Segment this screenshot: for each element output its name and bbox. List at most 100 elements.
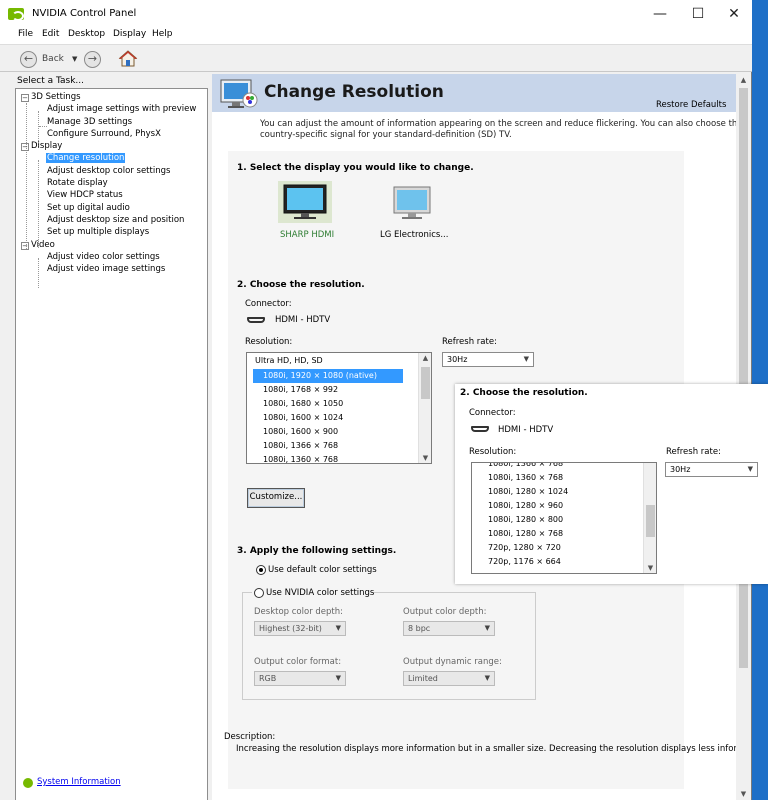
- collapse-icon[interactable]: −: [21, 143, 29, 151]
- scroll-thumb[interactable]: [646, 505, 655, 537]
- scroll-up-icon[interactable]: ▲: [419, 354, 431, 362]
- tree-category-video[interactable]: − Video: [21, 240, 55, 250]
- customize-button[interactable]: Customize...: [247, 488, 305, 508]
- default-color-label[interactable]: Use default color settings: [268, 565, 377, 575]
- description-label: Description:: [224, 732, 276, 742]
- resolution-option[interactable]: 1080i, 1920 × 1080 (native): [253, 369, 403, 383]
- resolution-option[interactable]: 1080i, 1600 × 900: [253, 425, 431, 439]
- back-dropdown-icon[interactable]: ▼: [72, 55, 77, 63]
- output-format-label: Output color format:: [254, 657, 342, 667]
- forward-arrow-icon[interactable]: →: [84, 51, 101, 68]
- tree-item-view-hdcp[interactable]: View HDCP status: [47, 190, 123, 200]
- menu-display[interactable]: Display: [113, 29, 146, 39]
- resolution-overlay-panel: 2. Choose the resolution. Connector: HDM…: [455, 384, 768, 584]
- chevron-down-icon: ▼: [335, 674, 341, 682]
- tree-item-manage-3d-settings[interactable]: Manage 3D settings: [47, 117, 132, 127]
- page-title: Change Resolution: [264, 82, 444, 102]
- resolution-option[interactable]: 1080i, 1280 × 1024: [478, 485, 656, 499]
- scroll-down-icon[interactable]: ▼: [419, 454, 431, 462]
- tree-item-change-resolution[interactable]: Change resolution: [46, 153, 126, 163]
- scroll-up-icon[interactable]: ▲: [736, 76, 751, 84]
- collapse-icon[interactable]: −: [21, 242, 29, 250]
- intro-line-2: country-specific signal for your standar…: [260, 130, 512, 140]
- home-icon[interactable]: [118, 49, 138, 69]
- overlay-refresh-select[interactable]: 30Hz ▼: [665, 462, 758, 477]
- nvidia-logo-icon: [8, 8, 24, 21]
- resolution-option[interactable]: 1080i, 1280 × 800: [478, 513, 656, 527]
- task-pane: Select a Task... −3D Settings Adjust ima…: [0, 72, 210, 800]
- resolution-option[interactable]: 1080i, 1280 × 768: [478, 527, 656, 541]
- restore-defaults-link[interactable]: Restore Defaults: [656, 100, 726, 110]
- scroll-down-icon[interactable]: ▼: [736, 790, 751, 798]
- resolution-option[interactable]: 1080i, 1360 × 768: [253, 453, 431, 463]
- system-info-icon[interactable]: [23, 778, 33, 788]
- tree-item-desktop-size-position[interactable]: Adjust desktop size and position: [47, 215, 184, 225]
- connector-value: HDMI - HDTV: [275, 315, 331, 325]
- resolution-option[interactable]: 1080i, 1366 × 768: [478, 463, 656, 471]
- tree-item-rotate-display[interactable]: Rotate display: [47, 178, 108, 188]
- menu-file[interactable]: File: [18, 29, 33, 39]
- scroll-thumb[interactable]: [421, 367, 430, 399]
- resolution-option[interactable]: 1080i, 1280 × 960: [478, 499, 656, 513]
- menu-desktop[interactable]: Desktop: [68, 29, 105, 39]
- output-format-select[interactable]: RGB ▼: [254, 671, 346, 686]
- description-text: Increasing the resolution displays more …: [236, 744, 736, 754]
- tree-item-adjust-desktop-color[interactable]: Adjust desktop color settings: [47, 166, 170, 176]
- radio-default-color[interactable]: [256, 565, 266, 575]
- display-lg-electronics[interactable]: [390, 183, 434, 223]
- intro-line-1: You can adjust the amount of information…: [260, 119, 736, 129]
- desktop-depth-select[interactable]: Highest (32-bit) ▼: [254, 621, 346, 636]
- tree-item-configure-surround[interactable]: Configure Surround, PhysX: [47, 129, 161, 139]
- resolution-scrollbar[interactable]: ▲ ▼: [418, 353, 431, 463]
- tree-item-adjust-image-settings[interactable]: Adjust image settings with preview: [47, 104, 196, 114]
- overlay-resolution-list[interactable]: 1080i, 1366 × 768 1080i, 1360 × 768 1080…: [471, 462, 657, 574]
- display-sharp-hdmi[interactable]: [278, 181, 332, 223]
- resolution-list[interactable]: Ultra HD, HD, SD 1080i, 1920 × 1080 (nat…: [246, 352, 432, 464]
- tree-item-digital-audio[interactable]: Set up digital audio: [47, 203, 130, 213]
- overlay-connector-label: Connector:: [469, 408, 516, 418]
- back-arrow-icon[interactable]: ←: [20, 51, 37, 68]
- tree-item-video-color[interactable]: Adjust video color settings: [47, 252, 160, 262]
- maximize-button[interactable]: ☐: [678, 0, 718, 28]
- overlay-resolution-label: Resolution:: [469, 447, 517, 457]
- menu-help[interactable]: Help: [152, 29, 173, 39]
- tree-category-3d-settings[interactable]: −3D Settings: [21, 92, 81, 102]
- tree-category-display[interactable]: − Display: [21, 141, 62, 151]
- dynamic-range-select[interactable]: Limited ▼: [403, 671, 495, 686]
- output-depth-select[interactable]: 8 bpc ▼: [403, 621, 495, 636]
- overlay-resolution-scrollbar[interactable]: ▼: [643, 463, 656, 573]
- dynamic-range-label: Output dynamic range:: [403, 657, 502, 667]
- select-task-label: Select a Task...: [17, 76, 85, 86]
- refresh-rate-select[interactable]: 30Hz ▼: [442, 352, 534, 367]
- refresh-rate-label: Refresh rate:: [442, 337, 497, 347]
- display-label-sharp[interactable]: SHARP HDMI: [280, 230, 334, 240]
- tree-item-video-image[interactable]: Adjust video image settings: [47, 264, 165, 274]
- tree-item-multiple-displays[interactable]: Set up multiple displays: [47, 227, 149, 237]
- hdmi-icon: [247, 317, 265, 323]
- collapse-icon[interactable]: −: [21, 94, 29, 102]
- minimize-button[interactable]: —: [640, 0, 680, 28]
- window-title: NVIDIA Control Panel: [32, 8, 137, 19]
- resolution-option[interactable]: 1080i, 1600 × 1024: [253, 411, 431, 425]
- system-information-link[interactable]: System Information: [37, 777, 121, 787]
- task-tree: −3D Settings Adjust image settings with …: [15, 88, 208, 800]
- radio-nvidia-color[interactable]: [254, 588, 264, 598]
- chevron-down-icon: ▼: [484, 624, 490, 632]
- scroll-down-icon[interactable]: ▼: [644, 564, 656, 572]
- resolution-option[interactable]: 1080i, 1768 × 992: [253, 383, 431, 397]
- desktop-depth-label: Desktop color depth:: [254, 607, 343, 617]
- resolution-option[interactable]: 1080i, 1680 × 1050: [253, 397, 431, 411]
- nvidia-color-label[interactable]: Use NVIDIA color settings: [266, 588, 374, 598]
- chevron-down-icon: ▼: [335, 624, 341, 632]
- hdmi-icon: [471, 426, 489, 432]
- resolution-option[interactable]: 720p, 1280 × 720: [478, 541, 656, 555]
- resolution-option[interactable]: 720p, 1176 × 664: [478, 555, 656, 569]
- resolution-option[interactable]: 1080i, 1366 × 768: [253, 439, 431, 453]
- back-label[interactable]: Back: [42, 54, 64, 64]
- title-bar: NVIDIA Control Panel — ☐ ✕: [0, 0, 752, 28]
- display-label-lg[interactable]: LG Electronics...: [380, 230, 448, 240]
- resolution-option[interactable]: 1080i, 1360 × 768: [478, 471, 656, 485]
- menu-edit[interactable]: Edit: [42, 29, 59, 39]
- output-depth-label: Output color depth:: [403, 607, 487, 617]
- close-button[interactable]: ✕: [714, 0, 754, 28]
